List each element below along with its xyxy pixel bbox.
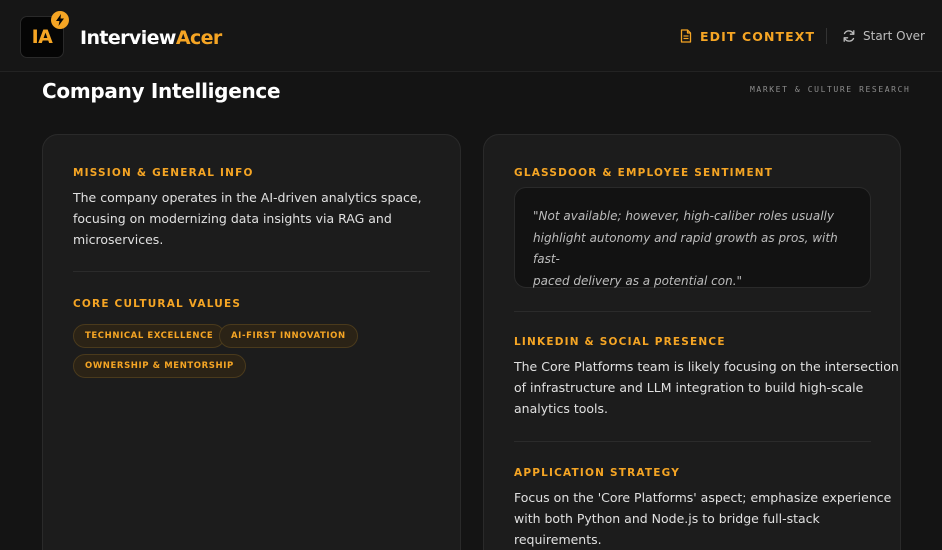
app-header: IA InterviewAcer EDIT CONTEXT Start Over xyxy=(0,0,942,72)
strategy-text: Focus on the 'Core Platforms' aspect; em… xyxy=(514,487,891,550)
quote-line: paced delivery as a potential con." xyxy=(533,273,743,288)
brand-part-2: Acer xyxy=(175,27,222,49)
lightning-bolt-icon xyxy=(51,11,69,29)
mission-text: The company operates in the AI-driven an… xyxy=(73,187,422,250)
linkedin-label: LINKEDIN & SOCIAL PRESENCE xyxy=(514,336,726,348)
linkedin-text: The Core Platforms team is likely focusi… xyxy=(514,356,899,419)
company-info-card: MISSION & GENERAL INFO The company opera… xyxy=(42,134,461,550)
strategy-line: requirements. xyxy=(514,532,602,547)
start-over-label: Start Over xyxy=(863,29,925,43)
brand-part-1: Interview xyxy=(80,27,176,49)
value-chip: TECHNICAL EXCELLENCE xyxy=(73,324,226,348)
sentiment-card: GLASSDOOR & EMPLOYEE SENTIMENT "Not avai… xyxy=(483,134,901,550)
strategy-line: with both Python and Node.js to bridge f… xyxy=(514,511,820,526)
mission-line: microservices. xyxy=(73,232,164,247)
quote-line: highlight autonomy and rapid growth as p… xyxy=(533,230,838,267)
glassdoor-label: GLASSDOOR & EMPLOYEE SENTIMENT xyxy=(514,167,774,179)
value-chip: AI-FIRST INNOVATION xyxy=(219,324,358,348)
page-subtitle: MARKET & CULTURE RESEARCH xyxy=(750,85,911,94)
glassdoor-quote: "Not available; however, high-caliber ro… xyxy=(514,187,871,288)
page-title: Company Intelligence xyxy=(42,79,281,103)
edit-context-button[interactable]: EDIT CONTEXT xyxy=(680,26,815,46)
edit-context-label: EDIT CONTEXT xyxy=(700,28,816,44)
linkedin-line: of infrastructure and LLM integration to… xyxy=(514,380,864,395)
linkedin-line: The Core Platforms team is likely focusi… xyxy=(514,359,899,374)
strategy-line: Focus on the 'Core Platforms' aspect; em… xyxy=(514,490,892,505)
strategy-label: APPLICATION STRATEGY xyxy=(514,467,681,479)
header-divider xyxy=(826,28,827,44)
mission-label: MISSION & GENERAL INFO xyxy=(73,167,254,179)
brand-name[interactable]: InterviewAcer xyxy=(80,27,222,49)
section-divider xyxy=(514,441,871,442)
section-divider xyxy=(73,271,430,272)
linkedin-line: analytics tools. xyxy=(514,401,609,416)
mission-line: focusing on modernizing data insights vi… xyxy=(73,211,392,226)
quote-line: "Not available; however, high-caliber ro… xyxy=(533,209,834,223)
section-divider xyxy=(514,311,871,312)
refresh-icon xyxy=(843,30,855,42)
mission-line: The company operates in the AI-driven an… xyxy=(73,190,422,205)
logo-initials: IA xyxy=(31,26,53,48)
document-icon xyxy=(680,29,692,43)
values-label: CORE CULTURAL VALUES xyxy=(73,298,242,310)
value-chip: OWNERSHIP & MENTORSHIP xyxy=(73,354,246,378)
glassdoor-quote-text: "Not available; however, high-caliber ro… xyxy=(533,206,855,292)
start-over-button[interactable]: Start Over xyxy=(842,26,925,46)
